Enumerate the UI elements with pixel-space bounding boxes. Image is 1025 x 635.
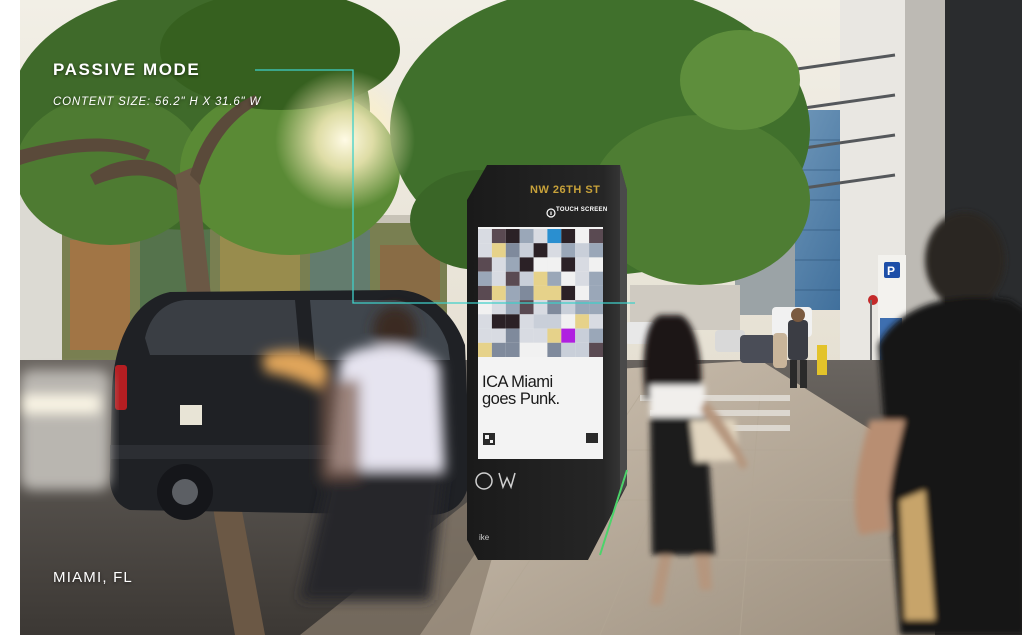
screen-pixel [533,257,548,272]
screen-pixel [575,285,590,301]
screen-pixel [519,328,534,343]
screen-pixel [589,314,603,329]
screen-pixel [547,271,562,286]
screen-pixel [491,342,506,357]
screen-pixel [547,229,562,244]
screen-pixel [519,257,534,272]
screen-pixel [491,271,506,286]
screen-pixel [519,300,534,315]
screen-pixel [491,314,506,329]
screen-pixel [589,342,603,357]
qr-code-icon [483,433,495,445]
screen-pixel [533,314,548,329]
kiosk-headline: ICA Miami goes Punk. [482,373,560,408]
screen-pixel [505,271,520,286]
screen-pixel [589,271,603,286]
screen-pixel [547,285,562,301]
screen-pixel [505,328,520,343]
screen-pixel [533,285,548,301]
screen-pixel [519,285,534,301]
photo-frame: P PASSIVE MODE CONTENT SIZE: 56.2" H X 3… [0,0,1025,635]
screen-pixel [505,314,520,329]
screen-pixel [561,328,576,343]
screen-pixel [547,300,562,315]
screen-pixel [519,243,534,258]
screen-pixel [533,342,548,357]
screen-pixel [533,229,548,244]
screen-pixel [547,257,562,272]
screen-pixel [589,257,603,272]
screen-pixel [589,285,603,301]
screen-pixel [589,328,603,343]
svg-text:P: P [887,264,895,278]
screen-pixel [561,243,576,258]
screen-pixel [505,300,520,315]
screen-pixel [519,314,534,329]
screen-pixel [519,271,534,286]
screen-pixel [505,342,520,357]
screen-pixel [561,342,576,357]
screen-pixel [478,229,492,244]
screen-pixel [561,257,576,272]
screen-pixel [561,314,576,329]
screen-pixel [589,229,603,244]
screen-pixel [491,300,506,315]
screen-pixel [491,257,506,272]
screen-pixel [505,257,520,272]
screen-pixel [575,300,590,315]
screen-pixel [589,300,603,315]
screen-pixel [561,285,576,301]
screen-pixel [478,314,492,329]
kiosk-street-sign: NW 26TH ST [530,184,601,196]
kiosk-brand: ike [479,533,490,542]
mode-title: PASSIVE MODE [53,60,201,79]
screen-pixel [575,243,590,258]
screen-pixel [491,229,506,244]
screen-pixel [533,328,548,343]
screen-pixel [575,342,590,357]
screen-pixel [561,271,576,286]
screen-pixel [491,285,506,301]
screen-pixel [478,271,492,286]
screen-pixel [575,271,590,286]
screen-pixel [547,342,562,357]
screen-pixel [533,300,548,315]
screen-pixel [533,271,548,286]
screen-pixel [478,300,492,315]
screen-pixel [478,285,492,301]
screen-pixel [547,314,562,329]
content-size-label: CONTENT SIZE: 56.2" H X 31.6" W [53,96,262,108]
kiosk-touch-label: TOUCH SCREEN [556,207,608,213]
screen-pixel [575,229,590,244]
screen-pixel [519,342,534,357]
screen-pixel [478,243,492,258]
screen-pixel [478,342,492,357]
screen-pixel [533,243,548,258]
screen-pixel [519,229,534,244]
screen-pixel [561,300,576,315]
screen-pixel [505,285,520,301]
screen-pixel [478,257,492,272]
screen-pixel [491,243,506,258]
screen-pixel [561,229,576,244]
screen-pixel [575,328,590,343]
screen-pixel [491,328,506,343]
screen-pixel [478,328,492,343]
location-label: MIAMI, FL [53,569,133,586]
screen-pixel [547,243,562,258]
screen-pixel [575,257,590,272]
screen-pixel [589,243,603,258]
screen-pixel [547,328,562,343]
screen-pixel [575,314,590,329]
screen-pixel [505,229,520,244]
screen-pixel [505,243,520,258]
